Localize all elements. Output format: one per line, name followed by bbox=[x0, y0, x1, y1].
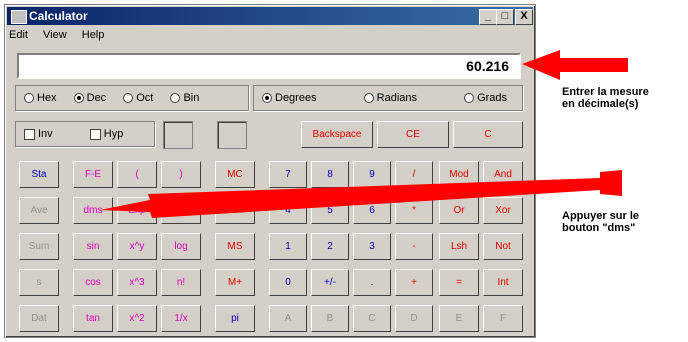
arrow-to-dms bbox=[100, 178, 600, 218]
annotation-press: Appuyer sur le bouton "dms" bbox=[562, 210, 639, 234]
annotation-enter-line1: Entrer la mesure bbox=[562, 86, 649, 98]
arrow-to-display bbox=[522, 50, 628, 80]
annotation-enter: Entrer la mesure en décimale(s) bbox=[562, 86, 649, 110]
arrow-to-dms-tail bbox=[600, 170, 622, 196]
annotation-press-line2: bouton "dms" bbox=[562, 222, 636, 234]
annotation-press-line1: Appuyer sur le bbox=[562, 210, 640, 222]
annotation-arrows bbox=[100, 50, 628, 218]
annotation-enter-line2: en décimale(s) bbox=[562, 98, 639, 110]
